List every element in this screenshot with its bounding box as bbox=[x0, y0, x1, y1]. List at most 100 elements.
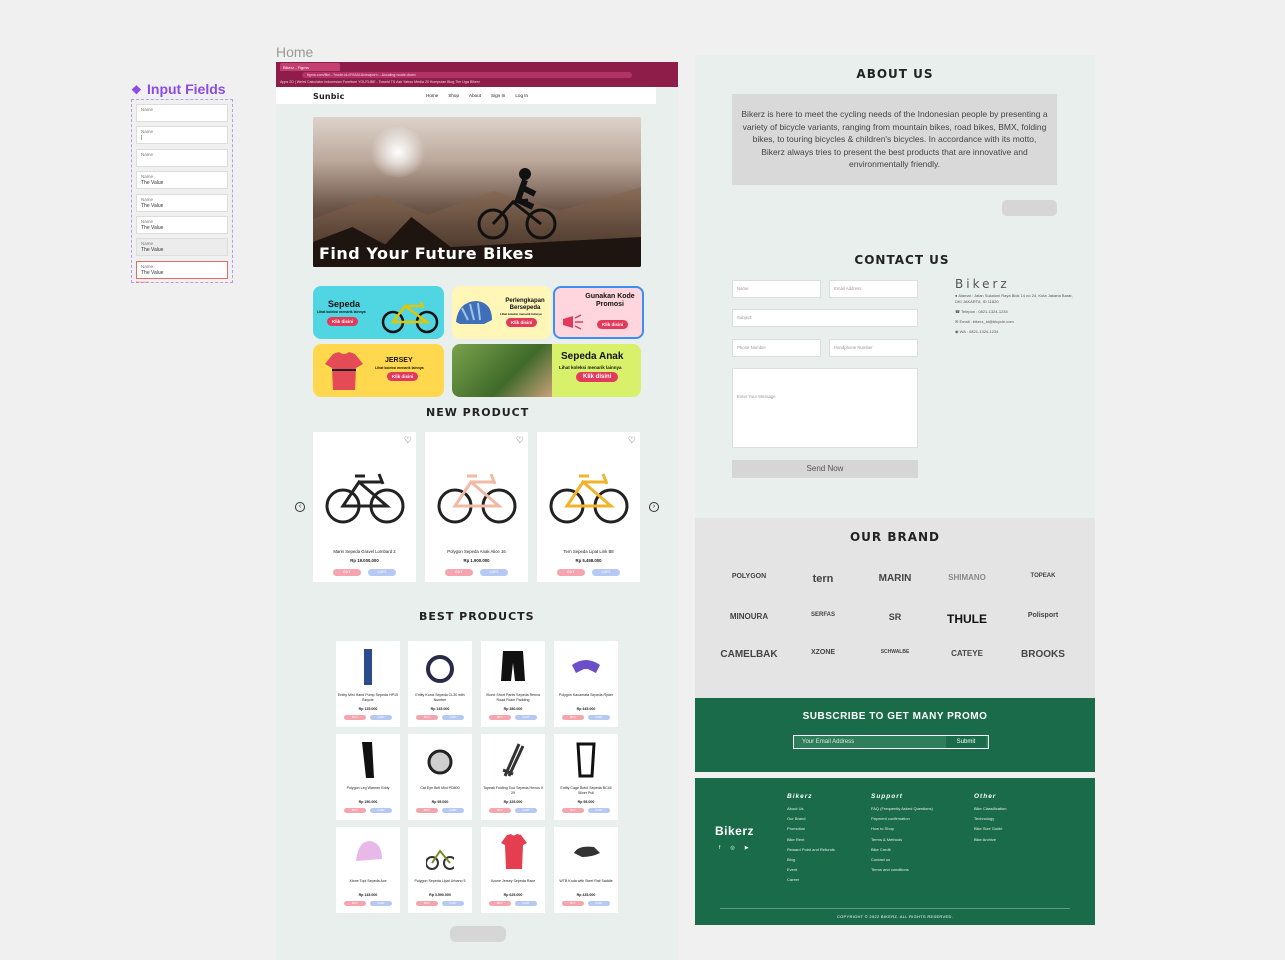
browser-tab[interactable]: Bikerz - Figma bbox=[280, 63, 340, 71]
category-perlengkapan[interactable]: Perlengkapan Bersepeda Lihat koleksi men… bbox=[452, 286, 551, 339]
cart-button[interactable]: CART bbox=[480, 569, 508, 576]
nav-shop[interactable]: Shop bbox=[448, 93, 459, 98]
brand-logo[interactable]: CATEYE bbox=[937, 649, 997, 658]
brand-logo[interactable]: XZONE bbox=[793, 649, 853, 656]
brand-logo[interactable]: tern bbox=[793, 573, 853, 585]
best-product-card[interactable]: Entity Kunci Sepeda CL30 with Number Rp 1… bbox=[408, 641, 472, 727]
best-product-card[interactable]: Topeak Folding Tool Sepeda Hexus II 29 Rp… bbox=[481, 734, 545, 820]
brand-logo[interactable]: BROOKS bbox=[1013, 649, 1073, 660]
cart-button[interactable]: CART bbox=[588, 808, 610, 813]
footer-link[interactable]: Blog bbox=[787, 855, 835, 865]
nav-log-in[interactable]: Log In bbox=[515, 93, 528, 98]
product-card[interactable]: ♡ Polygon Sepeda Anak Alice 16 Rp 1.900.00… bbox=[425, 432, 528, 582]
input-field-default[interactable]: Name bbox=[136, 104, 228, 122]
message-textarea[interactable]: Enter Your Message bbox=[732, 368, 918, 448]
buy-button[interactable]: BUY bbox=[489, 901, 511, 906]
phone-input[interactable]: Phone Number bbox=[732, 339, 821, 357]
footer-link[interactable]: Bike Archive bbox=[974, 835, 1006, 845]
brand-logo[interactable]: SHIMANO bbox=[937, 573, 997, 582]
buy-button[interactable]: BUY bbox=[333, 569, 361, 576]
footer-link[interactable]: Technology bbox=[974, 814, 1006, 824]
best-product-card[interactable]: Cat Eye Bell Mini PD800 Rp 95.000 BUY CART bbox=[408, 734, 472, 820]
brand-logo[interactable]: CAMELBAK bbox=[719, 649, 779, 660]
product-card[interactable]: ♡ Marin Sepeda Gravel Lombard 2 Rp 19.000.… bbox=[313, 432, 416, 582]
buy-button[interactable]: BUY bbox=[344, 808, 366, 813]
footer-link[interactable]: Bike Rent bbox=[787, 835, 835, 845]
cart-button[interactable]: CART bbox=[370, 715, 392, 720]
cart-button[interactable]: CART bbox=[588, 715, 610, 720]
cart-button[interactable]: CART bbox=[442, 901, 464, 906]
wishlist-heart-icon[interactable]: ♡ bbox=[404, 435, 412, 446]
footer-link[interactable]: Event bbox=[787, 865, 835, 875]
brand-logo[interactable]: MARIN bbox=[865, 573, 925, 584]
buy-button[interactable]: BUY bbox=[562, 715, 584, 720]
send-button[interactable]: Send Now bbox=[732, 460, 918, 478]
footer-link[interactable]: Terms and conditions bbox=[871, 865, 933, 875]
footer-link[interactable]: Bike Credit bbox=[871, 845, 933, 855]
input-field-filled[interactable]: Name The Value bbox=[136, 215, 228, 234]
input-field-filled[interactable]: Name The Value bbox=[136, 193, 228, 212]
subject-input[interactable]: Subject bbox=[732, 309, 918, 327]
category-button[interactable]: Klik disini bbox=[597, 320, 629, 329]
buy-button[interactable]: BUY bbox=[489, 715, 511, 720]
cart-button[interactable]: CART bbox=[515, 808, 537, 813]
name-input[interactable]: Name bbox=[732, 280, 821, 298]
brand-logo[interactable]: POLYGON bbox=[719, 573, 779, 580]
best-product-card[interactable]: Entity Cage Botol Sepeda BC45 Silver Pul… bbox=[554, 734, 618, 820]
category-sepeda-anak[interactable]: Sepeda Anak Lihat koleksi menarik lainny… bbox=[452, 344, 641, 397]
footer-link[interactable]: Reward Point and Refunds bbox=[787, 845, 835, 855]
brand-logo[interactable]: SERFAS bbox=[793, 612, 853, 618]
brand-logo[interactable]: SCHWALBE bbox=[865, 649, 925, 655]
input-field-error[interactable]: Name The Value bbox=[136, 260, 228, 279]
buy-button[interactable]: BUY bbox=[416, 715, 438, 720]
buy-button[interactable]: BUY bbox=[562, 901, 584, 906]
buy-button[interactable]: BUY bbox=[445, 569, 473, 576]
best-product-card[interactable]: Polygon Kacamata Sepeda Ryder Rp 445.000 B… bbox=[554, 641, 618, 727]
footer-link[interactable]: Career bbox=[787, 875, 835, 885]
cart-button[interactable]: CART bbox=[370, 808, 392, 813]
category-sepeda[interactable]: Sepeda Lihat koleksi menarik lainnya Kli… bbox=[313, 286, 444, 339]
site-logo[interactable]: Sunbic bbox=[313, 92, 345, 101]
footer-link[interactable]: Promotion bbox=[787, 824, 835, 834]
input-field-default[interactable]: Name bbox=[136, 148, 228, 167]
brand-logo[interactable]: TOPEAK bbox=[1013, 573, 1073, 579]
brand-logo[interactable]: Polisport bbox=[1013, 612, 1073, 619]
brand-logo[interactable]: THULE bbox=[937, 612, 997, 626]
buy-button[interactable]: BUY bbox=[557, 569, 585, 576]
product-card[interactable]: ♡ Tern Sepeda Lipat Link B8 Rp 5.458.000 BU… bbox=[537, 432, 640, 582]
nav-home[interactable]: Home bbox=[426, 93, 438, 98]
input-field-focus[interactable]: Name | bbox=[136, 126, 228, 145]
load-more-button[interactable] bbox=[450, 926, 506, 942]
carousel-prev-icon[interactable]: ‹ bbox=[295, 502, 305, 512]
category-button[interactable]: Klik disini bbox=[506, 318, 538, 327]
address-bar[interactable]: figma.com/file/...?node-id=0%3A1&viewpor… bbox=[302, 72, 632, 78]
best-product-card[interactable]: Polygon Sepeda Lipat Urbano 5 Rp 3.590.00… bbox=[408, 827, 472, 913]
wishlist-heart-icon[interactable]: ♡ bbox=[628, 435, 636, 446]
youtube-icon[interactable]: ▶ bbox=[745, 845, 749, 851]
promo-submit-button[interactable]: Submit bbox=[946, 736, 986, 748]
buy-button[interactable]: BUY bbox=[344, 715, 366, 720]
cart-button[interactable]: CART bbox=[588, 901, 610, 906]
category-button[interactable]: Klik disini bbox=[576, 372, 619, 382]
cart-button[interactable]: CART bbox=[515, 901, 537, 906]
footer-link[interactable]: FAQ (Frequently Asked Questions) bbox=[871, 804, 933, 814]
footer-link[interactable]: Payment confirmation bbox=[871, 814, 933, 824]
footer-link[interactable]: Our Brand bbox=[787, 814, 835, 824]
best-product-card[interactable]: Polygon Leg Warmer Eddy Rp 150.000 BUY CART bbox=[336, 734, 400, 820]
buy-button[interactable]: BUY bbox=[416, 901, 438, 906]
about-more-button[interactable] bbox=[1002, 200, 1057, 216]
instagram-icon[interactable]: ◎ bbox=[730, 845, 734, 851]
footer-link[interactable]: Contact us bbox=[871, 855, 933, 865]
best-product-card[interactable]: Xtone Topi Sepeda Ace Rp 145.000 BUY CART bbox=[336, 827, 400, 913]
brand-logo[interactable]: MINOURA bbox=[719, 612, 779, 621]
cart-button[interactable]: CART bbox=[442, 715, 464, 720]
cart-button[interactable]: CART bbox=[370, 901, 392, 906]
input-field-filled[interactable]: Name The Value bbox=[136, 171, 228, 190]
cart-button[interactable]: CART bbox=[515, 715, 537, 720]
best-product-card[interactable]: Entity Mini Hand Pump Sepeda HP15 Bicycl… bbox=[336, 641, 400, 727]
category-button[interactable]: Klik disini bbox=[327, 317, 359, 326]
category-button[interactable]: Klik disini bbox=[387, 372, 419, 381]
bookmarks-bar[interactable]: Apps 2D | Weird Calculator Indonesian Fu… bbox=[280, 80, 480, 84]
brand-logo[interactable]: SR bbox=[865, 612, 925, 622]
buy-button[interactable]: BUY bbox=[562, 808, 584, 813]
